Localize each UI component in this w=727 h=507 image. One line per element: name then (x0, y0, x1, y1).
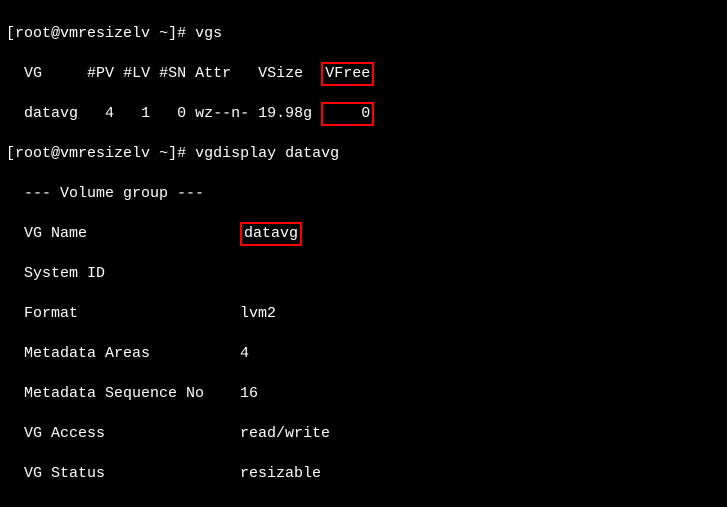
host: vmresizelv (60, 145, 150, 162)
terminal[interactable]: [root@vmresizelv ~]# vgs VG #PV #LV #SN … (0, 0, 727, 507)
user: root (15, 25, 51, 42)
col-vfree: VFree (325, 65, 370, 82)
kv-vg-status: VG Statusresizable (6, 464, 721, 484)
kv-system-id: System ID (6, 264, 721, 284)
vgs-lv: 1 (141, 105, 150, 122)
kv-meta-areas: Metadata Areas4 (6, 344, 721, 364)
kv-meta-seq: Metadata Sequence No16 (6, 384, 721, 404)
path: ~ (159, 145, 168, 162)
command: vgdisplay datavg (195, 145, 339, 162)
kv-format: Formatlvm2 (6, 304, 721, 324)
vgdisplay-header: --- Volume group --- (6, 184, 721, 204)
col-vfree-highlight: VFree (321, 62, 374, 86)
vgs-header: VG #PV #LV #SN Attr VSize VFree (6, 64, 721, 84)
col-lv: #LV (123, 65, 150, 82)
vgs-attr: wz--n- (195, 105, 249, 122)
col-attr: Attr (195, 65, 231, 82)
prompt-line-1: [root@vmresizelv ~]# vgs (6, 24, 721, 44)
kv-vg-name: VG Namedatavg (6, 224, 721, 244)
col-vsize: VSize (258, 65, 303, 82)
path: ~ (159, 25, 168, 42)
vgs-row: datavg 4 1 0 wz--n- 19.98g 0 (6, 104, 721, 124)
command: vgs (195, 25, 222, 42)
host: vmresizelv (60, 25, 150, 42)
vgs-vsize: 19.98g (258, 105, 312, 122)
col-pv: #PV (87, 65, 114, 82)
prompt-line-2: [root@vmresizelv ~]# vgdisplay datavg (6, 144, 721, 164)
kv-vg-access: VG Accessread/write (6, 424, 721, 444)
vgs-vg: datavg (24, 105, 78, 122)
vgs-pv: 4 (105, 105, 114, 122)
vgs-vfree: 0 (361, 105, 370, 122)
col-sn: #SN (159, 65, 186, 82)
col-vg: VG (24, 65, 42, 82)
vg-name-highlight: datavg (240, 222, 302, 246)
user: root (15, 145, 51, 162)
vgs-sn: 0 (177, 105, 186, 122)
vgs-vfree-highlight: 0 (321, 102, 374, 126)
